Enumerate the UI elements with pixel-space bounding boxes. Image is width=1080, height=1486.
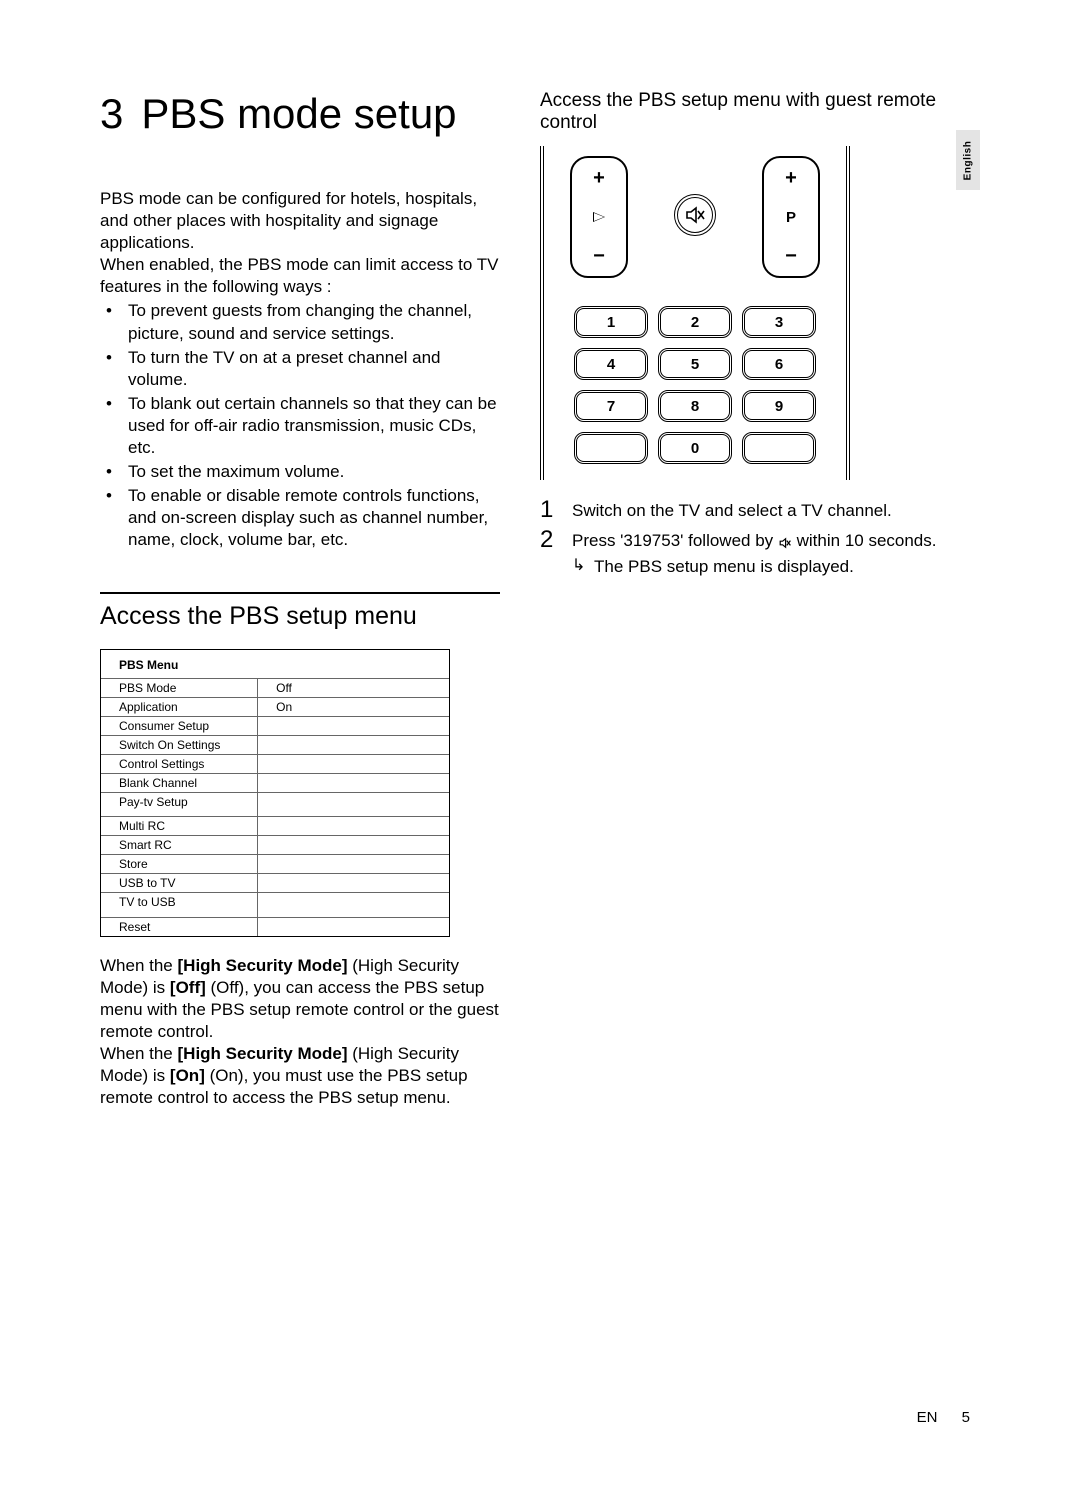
section-heading-guest-remote: Access the PBS setup menu with guest rem… — [540, 90, 940, 134]
menu-value — [258, 836, 449, 855]
footer-page-number: 5 — [962, 1409, 970, 1426]
bullet-item: To set the maximum volume. — [128, 461, 500, 483]
step-text: Switch on the TV and select a TV channel… — [572, 498, 892, 522]
mute-button-icon — [674, 194, 716, 236]
menu-value — [258, 792, 449, 811]
table-row: Consumer Setup — [101, 716, 449, 735]
menu-value — [258, 874, 449, 893]
key-1: 1 — [574, 306, 648, 338]
program-rocker: + P − — [762, 156, 820, 278]
menu-label: Application — [101, 697, 258, 716]
bullet-item: To enable or disable remote controls fun… — [128, 485, 500, 551]
section-heading-access-menu: Access the PBS setup menu — [100, 602, 500, 631]
mute-icon-inline — [778, 533, 792, 551]
table-row: Switch On Settings — [101, 735, 449, 754]
menu-value — [258, 817, 449, 836]
program-label: P — [786, 209, 796, 226]
steps-list: 1 Switch on the TV and select a TV chann… — [540, 498, 940, 578]
key-2: 2 — [658, 306, 732, 338]
section-divider — [100, 592, 500, 594]
table-row: TV to USB — [101, 893, 449, 912]
bullet-item: To blank out certain channels so that th… — [128, 393, 500, 459]
menu-label: Control Settings — [101, 754, 258, 773]
menu-value: Off — [258, 678, 449, 697]
table-row: Blank Channel — [101, 773, 449, 792]
key-9: 9 — [742, 390, 816, 422]
volume-label-icon — [593, 209, 605, 226]
step-text: Press '319753' followed by within 10 sec… — [572, 528, 937, 578]
menu-label: Consumer Setup — [101, 716, 258, 735]
bullet-item: To turn the TV on at a preset channel an… — [128, 347, 500, 391]
chapter-title: 3 PBS mode setup — [100, 90, 500, 138]
key-7: 7 — [574, 390, 648, 422]
menu-value — [258, 754, 449, 773]
menu-value — [258, 773, 449, 792]
menu-value: On — [258, 697, 449, 716]
key-4: 4 — [574, 348, 648, 380]
table-row: Store — [101, 855, 449, 874]
bullet-item: To prevent guests from changing the chan… — [128, 300, 500, 344]
table-row: Pay-tv Setup — [101, 792, 449, 811]
feature-bullet-list: To prevent guests from changing the chan… — [100, 300, 500, 551]
menu-label: TV to USB — [101, 893, 258, 912]
page-footer: EN 5 — [917, 1409, 970, 1426]
menu-label: Multi RC — [101, 817, 258, 836]
program-minus-icon: − — [785, 246, 797, 266]
key-blank-right — [742, 432, 816, 464]
table-row: ApplicationOn — [101, 697, 449, 716]
menu-value — [258, 716, 449, 735]
pbs-menu-table: PBS Menu PBS ModeOff ApplicationOn Consu… — [100, 649, 450, 937]
step-2: 2 Press '319753' followed by within 10 s… — [540, 528, 940, 578]
substep-text: The PBS setup menu is displayed. — [594, 556, 854, 578]
key-blank-left — [574, 432, 648, 464]
step-1: 1 Switch on the TV and select a TV chann… — [540, 498, 940, 522]
key-5: 5 — [658, 348, 732, 380]
table-row: Smart RC — [101, 836, 449, 855]
menu-label: Pay-tv Setup — [101, 792, 258, 811]
pbs-menu-title: PBS Menu — [101, 650, 449, 678]
program-plus-icon: + — [785, 168, 797, 188]
menu-label: USB to TV — [101, 874, 258, 893]
menu-label: Blank Channel — [101, 773, 258, 792]
table-row: PBS ModeOff — [101, 678, 449, 697]
key-3: 3 — [742, 306, 816, 338]
menu-label: PBS Mode — [101, 678, 258, 697]
step-number: 2 — [540, 528, 572, 552]
volume-rocker: + − — [570, 156, 628, 278]
key-8: 8 — [658, 390, 732, 422]
intro-paragraph-2: When enabled, the PBS mode can limit acc… — [100, 254, 500, 298]
remote-control-illustration: + − + P − 1 2 3 4 5 6 7 — [540, 146, 850, 480]
volume-minus-icon: − — [593, 246, 605, 266]
key-6: 6 — [742, 348, 816, 380]
left-column: 3 PBS mode setup PBS mode can be configur… — [100, 90, 500, 1109]
note-paragraph-2: When the [High Security Mode] (High Secu… — [100, 1043, 500, 1109]
menu-label: Switch On Settings — [101, 735, 258, 754]
note-paragraph-1: When the [High Security Mode] (High Secu… — [100, 955, 500, 1043]
language-tab-text: English — [963, 140, 974, 180]
menu-value — [258, 855, 449, 874]
intro-paragraph-1: PBS mode can be configured for hotels, h… — [100, 188, 500, 254]
step-number: 1 — [540, 498, 572, 522]
chapter-number: 3 — [100, 90, 123, 137]
arrow-bullet-icon: ↳ — [572, 556, 594, 577]
substep: ↳ The PBS setup menu is displayed. — [572, 556, 937, 578]
chapter-title-text: PBS mode setup — [141, 90, 456, 137]
menu-label: Store — [101, 855, 258, 874]
menu-value — [258, 893, 449, 912]
menu-label: Reset — [101, 917, 258, 936]
language-tab: English — [956, 130, 980, 190]
menu-value — [258, 917, 449, 936]
table-row: Control Settings — [101, 754, 449, 773]
volume-plus-icon: + — [593, 168, 605, 188]
table-row: USB to TV — [101, 874, 449, 893]
key-0: 0 — [658, 432, 732, 464]
menu-label: Smart RC — [101, 836, 258, 855]
menu-value — [258, 735, 449, 754]
numeric-keypad: 1 2 3 4 5 6 7 8 9 0 — [570, 306, 820, 464]
table-row: Multi RC — [101, 817, 449, 836]
right-column: Access the PBS setup menu with guest rem… — [540, 90, 940, 1109]
footer-lang: EN — [917, 1409, 938, 1426]
table-row: Reset — [101, 917, 449, 936]
